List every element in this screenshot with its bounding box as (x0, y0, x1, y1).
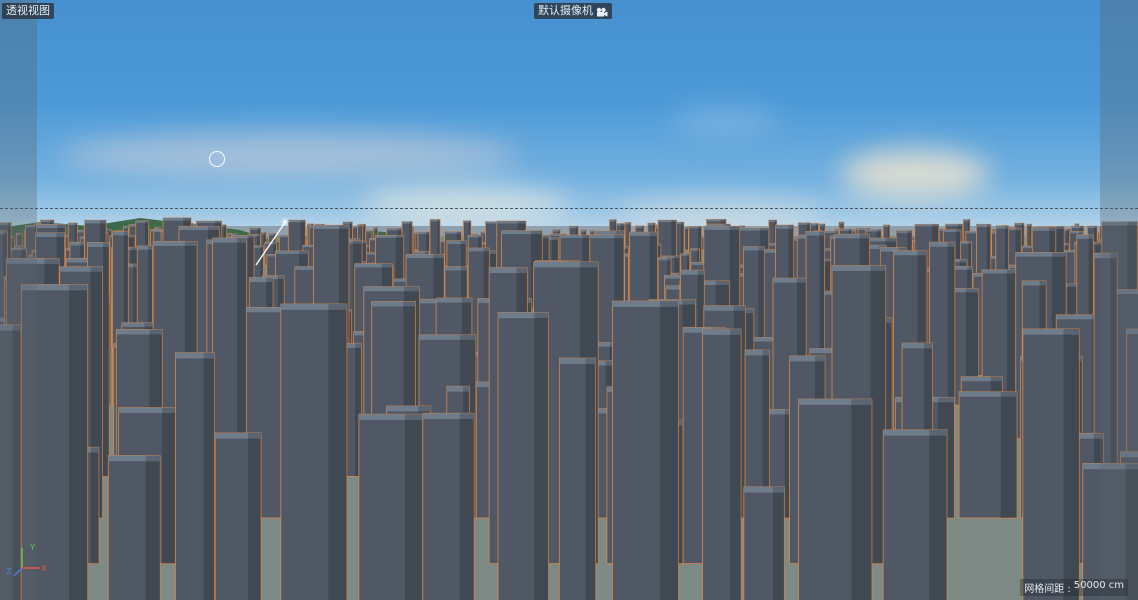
building (107, 455, 161, 600)
perspective-viewport[interactable]: ✳ 透视视图 默认摄像机 Y X Z 网格间距 : 50000 cm (0, 0, 1138, 600)
camera-icon (596, 6, 608, 17)
sun-target-handle[interactable] (209, 151, 225, 167)
building (358, 413, 423, 600)
grid-spacing-readout: 网格间距 : 50000 cm (1020, 579, 1128, 596)
city-scene: ✳ (0, 215, 1138, 600)
building (798, 398, 873, 600)
grid-spacing-value: 50000 cm (1073, 580, 1124, 591)
building (280, 303, 348, 600)
building (684, 226, 689, 251)
light-source-icon[interactable]: ✳ (280, 215, 290, 229)
camera-name-text: 默认摄像机 (538, 4, 593, 17)
viewport-safe-frame-right (1100, 0, 1138, 600)
view-name-label[interactable]: 透视视图 (2, 3, 54, 19)
building (743, 486, 785, 600)
view-name-text: 透视视图 (6, 4, 50, 17)
building (882, 429, 948, 600)
building (175, 352, 215, 600)
building (612, 300, 679, 600)
building (1022, 328, 1080, 600)
viewport-safe-frame-left (0, 0, 37, 600)
x-axis-label: X (41, 564, 47, 573)
axis-gizmo: Y X Z (4, 540, 48, 584)
building (422, 412, 475, 600)
building (958, 391, 1018, 519)
horizon-guide-line (0, 208, 1138, 209)
building (214, 432, 262, 600)
z-axis-label: Z (6, 567, 12, 576)
camera-selector[interactable]: 默认摄像机 (534, 3, 612, 19)
building (702, 328, 742, 600)
building (497, 311, 549, 600)
building (558, 357, 597, 600)
z-axis-line (13, 567, 23, 577)
grid-spacing-label: 网格间距 : (1024, 584, 1071, 595)
y-axis-label: Y (29, 543, 35, 552)
